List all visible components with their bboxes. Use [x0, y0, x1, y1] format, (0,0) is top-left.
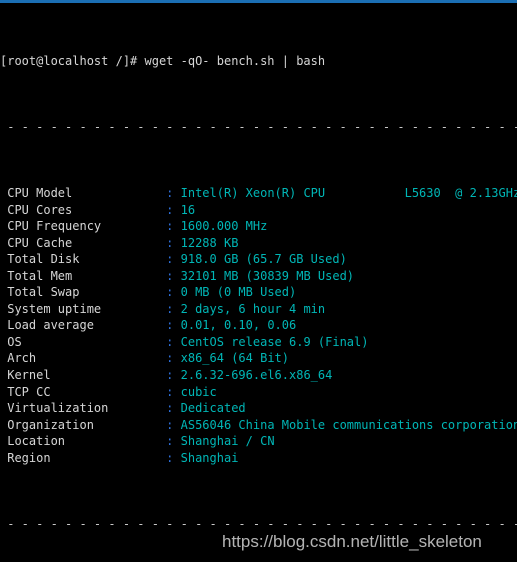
system-info-block: CPU Model : Intel(R) Xeon(R) CPU L5630 @…: [0, 185, 517, 466]
sysinfo-value: 2.6.32-696.el6.x86_64: [180, 368, 333, 383]
sysinfo-colon: :: [166, 186, 181, 201]
sysinfo-value: Shanghai / CN: [180, 434, 275, 449]
sysinfo-value: 32101 MB (30839 MB Used): [180, 268, 355, 283]
sysinfo-value: cubic: [180, 384, 217, 399]
sysinfo-label: OS: [0, 334, 167, 349]
sysinfo-label: Total Swap: [0, 285, 167, 300]
shell-prompt-line: [root@localhost /]# wget -qO- bench.sh |…: [0, 53, 517, 70]
sysinfo-label: Total Mem: [0, 268, 167, 283]
sysinfo-value: Shanghai: [180, 450, 239, 465]
terminal-screen: [root@localhost /]# wget -qO- bench.sh |…: [0, 3, 517, 562]
sysinfo-colon: :: [166, 450, 181, 465]
sysinfo-row: OS : CentOS release 6.9 (Final): [0, 334, 517, 351]
sysinfo-value: 12288 KB: [180, 235, 239, 250]
sysinfo-row: Kernel : 2.6.32-696.el6.x86_64: [0, 367, 517, 384]
sysinfo-label: Arch: [0, 351, 167, 366]
sysinfo-row: Total Disk : 918.0 GB (65.7 GB Used): [0, 251, 517, 268]
sysinfo-label: Organization: [0, 417, 167, 432]
sysinfo-label: System uptime: [0, 301, 167, 316]
sysinfo-value: 1600.000 MHz: [180, 219, 268, 234]
sysinfo-row: Load average : 0.01, 0.10, 0.06: [0, 317, 517, 334]
sysinfo-row: Region : Shanghai: [0, 450, 517, 467]
sysinfo-row: Virtualization : Dedicated: [0, 400, 517, 417]
sysinfo-colon: :: [166, 401, 181, 416]
sysinfo-value: CentOS release 6.9 (Final): [180, 334, 369, 349]
sysinfo-label: Kernel: [0, 368, 167, 383]
sysinfo-label: Total Disk: [0, 252, 167, 267]
sysinfo-row: Total Swap : 0 MB (0 MB Used): [0, 284, 517, 301]
sysinfo-row: CPU Frequency : 1600.000 MHz: [0, 218, 517, 235]
sysinfo-row: CPU Cores : 16: [0, 202, 517, 219]
sysinfo-colon: :: [166, 368, 181, 383]
sysinfo-value: 0.01, 0.10, 0.06: [180, 318, 297, 333]
sysinfo-label: Region: [0, 450, 167, 465]
sysinfo-colon: :: [166, 384, 181, 399]
sysinfo-label: CPU Model: [0, 186, 167, 201]
sysinfo-row: Total Mem : 32101 MB (30839 MB Used): [0, 268, 517, 285]
sysinfo-label: CPU Frequency: [0, 219, 167, 234]
sysinfo-row: Location : Shanghai / CN: [0, 433, 517, 450]
sysinfo-colon: :: [166, 301, 181, 316]
separator-rule-top: - - - - - - - - - - - - - - - - - - - - …: [7, 119, 517, 134]
separator-rule-middle: - - - - - - - - - - - - - - - - - - - - …: [7, 516, 517, 531]
sysinfo-value: 2 days, 6 hour 4 min: [180, 301, 326, 316]
sysinfo-colon: :: [166, 235, 181, 250]
shell-command: [root@localhost /]# wget -qO- bench.sh |…: [0, 53, 326, 68]
sysinfo-value: 918.0 GB (65.7 GB Used): [180, 252, 347, 267]
sysinfo-colon: :: [166, 285, 181, 300]
sysinfo-label: CPU Cache: [0, 235, 167, 250]
terminal-window[interactable]: [root@localhost /]# wget -qO- bench.sh |…: [0, 0, 517, 562]
sysinfo-colon: :: [166, 434, 181, 449]
sysinfo-label: TCP CC: [0, 384, 167, 399]
sysinfo-label: Virtualization: [0, 401, 167, 416]
sysinfo-value: Intel(R) Xeon(R) CPU L5630 @ 2.13GHz: [180, 186, 517, 201]
sysinfo-value: Dedicated: [180, 401, 246, 416]
sysinfo-row: Arch : x86_64 (64 Bit): [0, 350, 517, 367]
sysinfo-colon: :: [166, 268, 181, 283]
sysinfo-colon: :: [166, 318, 181, 333]
sysinfo-row: Organization : AS56046 China Mobile comm…: [0, 417, 517, 434]
sysinfo-colon: :: [166, 351, 181, 366]
sysinfo-colon: :: [166, 417, 181, 432]
sysinfo-value: 0 MB (0 MB Used): [180, 285, 297, 300]
sysinfo-colon: :: [166, 219, 181, 234]
sysinfo-colon: :: [166, 202, 181, 217]
sysinfo-value: AS56046 China Mobile communications corp…: [180, 417, 517, 432]
sysinfo-row: System uptime : 2 days, 6 hour 4 min: [0, 301, 517, 318]
sysinfo-row: CPU Cache : 12288 KB: [0, 235, 517, 252]
sysinfo-row: TCP CC : cubic: [0, 384, 517, 401]
sysinfo-value: 16: [180, 202, 196, 217]
sysinfo-value: x86_64 (64 Bit): [180, 351, 289, 366]
sysinfo-label: Load average: [0, 318, 167, 333]
sysinfo-row: CPU Model : Intel(R) Xeon(R) CPU L5630 @…: [0, 185, 517, 202]
sysinfo-colon: :: [166, 334, 181, 349]
sysinfo-label: CPU Cores: [0, 202, 167, 217]
sysinfo-label: Location: [0, 434, 167, 449]
sysinfo-colon: :: [166, 252, 181, 267]
